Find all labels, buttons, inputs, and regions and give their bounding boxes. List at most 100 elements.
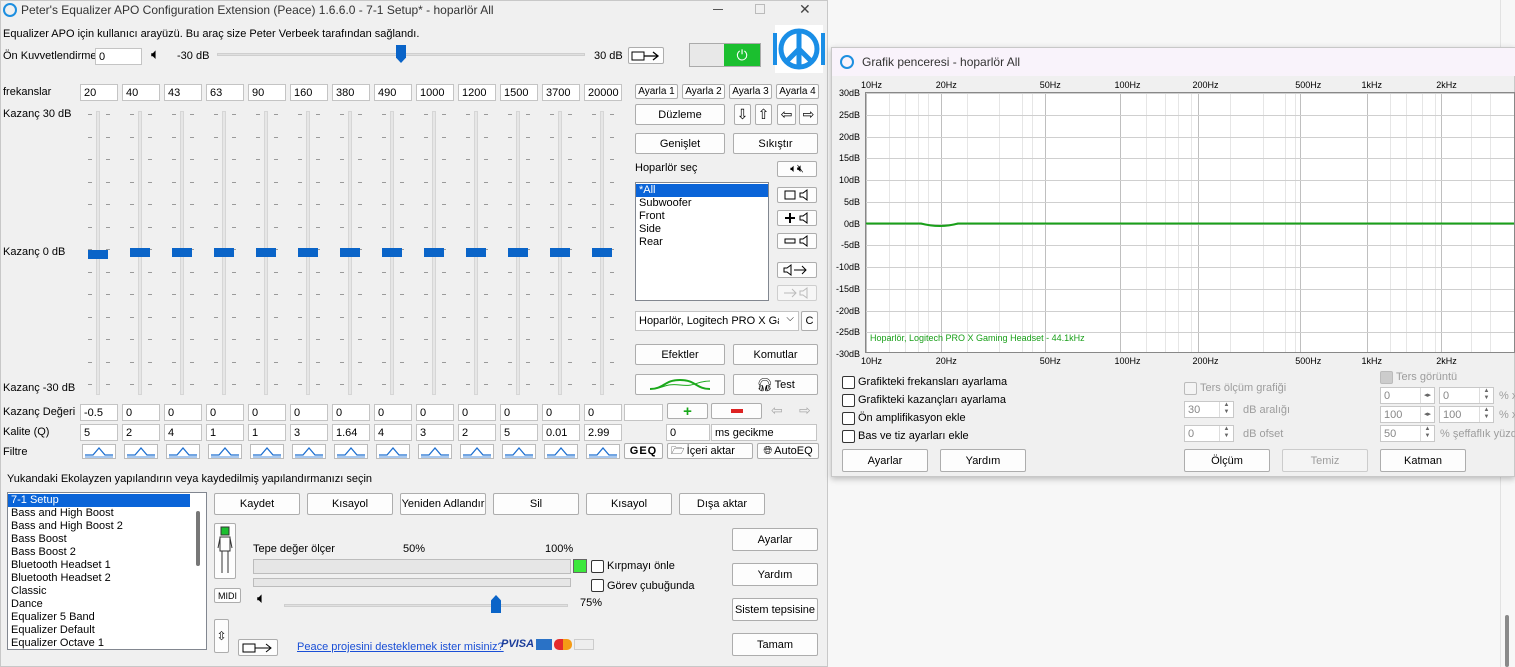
quality-input[interactable]: 1.64 — [332, 424, 370, 441]
config-list[interactable]: 7-1 Setup Bass and High Boost Bass and Hig… — [7, 492, 207, 650]
preset-2-button[interactable]: Ayarla 2 — [682, 84, 725, 99]
close-icon[interactable]: ✕ — [799, 1, 811, 18]
resize-vertical-button[interactable]: ⇳ — [214, 619, 229, 653]
preset-3-button[interactable]: Ayarla 3 — [729, 84, 772, 99]
graph-help-button[interactable]: Yardım — [940, 449, 1026, 472]
config-list-scrollbar[interactable] — [196, 511, 200, 566]
quality-input[interactable]: 3 — [416, 424, 454, 441]
compress-button[interactable]: Sıkıştır — [733, 133, 818, 154]
config-list-item[interactable]: Dance — [8, 598, 190, 611]
gain-input[interactable]: 0 — [500, 404, 538, 421]
speaker-minus-button[interactable] — [777, 233, 817, 249]
filter-button[interactable] — [334, 444, 368, 459]
config-list-item[interactable]: Bluetooth Headset 2 — [8, 572, 190, 585]
frequency-input[interactable]: 20000 — [584, 84, 622, 101]
add-band-button[interactable]: + — [667, 403, 708, 419]
help-button[interactable]: Yardım — [732, 563, 818, 586]
output-arrow-button[interactable] — [628, 47, 664, 64]
preset-4-button[interactable]: Ayarla 4 — [776, 84, 819, 99]
remove-band-button[interactable] — [711, 403, 762, 419]
frequency-input[interactable]: 63 — [206, 84, 244, 101]
spinner-2[interactable]: 0 ▲ ▼ — [1439, 387, 1494, 404]
geq-button[interactable]: GEQ — [624, 443, 663, 459]
preset-1-button[interactable]: Ayarla 1 — [635, 84, 678, 99]
frequency-input[interactable]: 43 — [164, 84, 202, 101]
eq-slider-thumb[interactable] — [424, 248, 444, 257]
gain-input[interactable]: 0 — [458, 404, 496, 421]
preamp-checkbox[interactable] — [842, 412, 855, 425]
gain-input[interactable]: 0 — [122, 404, 160, 421]
test-button[interactable]: 🎧︎ Test — [733, 374, 818, 395]
config-list-item[interactable]: Bass and High Boost 2 — [8, 520, 190, 533]
frequency-input[interactable]: 20 — [80, 84, 118, 101]
maximize-icon[interactable] — [755, 4, 765, 14]
gain-input[interactable]: 0 — [248, 404, 286, 421]
gain-input[interactable]: 0 — [206, 404, 244, 421]
frequency-input[interactable]: 40 — [122, 84, 160, 101]
system-tray-button[interactable]: Sistem tepsisine — [732, 598, 818, 621]
config-list-item[interactable]: Bluetooth Headset 1 — [8, 559, 190, 572]
arrow-left-disabled-icon[interactable]: ⇦ — [771, 402, 783, 419]
filter-button[interactable] — [586, 444, 620, 459]
filter-button[interactable] — [418, 444, 452, 459]
spinner-1[interactable]: 0 ◂▸ — [1380, 387, 1435, 404]
filter-button[interactable] — [502, 444, 536, 459]
filter-button[interactable] — [166, 444, 200, 459]
quality-input[interactable]: 2 — [122, 424, 160, 441]
config-list-item[interactable]: Bass Boost 2 — [8, 546, 190, 559]
volume-slider-track[interactable] — [284, 604, 568, 607]
quality-input[interactable]: 1 — [206, 424, 244, 441]
device-c-button[interactable]: C — [801, 311, 818, 331]
ok-button[interactable]: Tamam — [732, 633, 818, 656]
filter-button[interactable] — [292, 444, 326, 459]
eq-slider-thumb[interactable] — [466, 248, 486, 257]
config-list-item[interactable]: Equalizer Octave 1 — [8, 637, 190, 649]
frequency-input[interactable]: 380 — [332, 84, 370, 101]
quality-input[interactable]: 2.99 — [584, 424, 622, 441]
prevent-clipping-checkbox[interactable] — [591, 560, 604, 573]
person-button[interactable] — [214, 523, 236, 579]
spinner-4[interactable]: 100 ▲ ▼ — [1439, 406, 1494, 423]
commands-button[interactable]: Komutlar — [733, 344, 818, 365]
filter-button[interactable] — [544, 444, 578, 459]
speaker-list-item[interactable]: *All — [636, 184, 768, 197]
taskbar-checkbox[interactable] — [591, 579, 604, 592]
right-arrow-button[interactable]: ⇨ — [799, 104, 818, 125]
power-button[interactable]: ⏻ — [724, 44, 760, 66]
filter-button[interactable] — [124, 444, 158, 459]
gain-input[interactable]: 0 — [416, 404, 454, 421]
eq-slider-thumb[interactable] — [256, 248, 276, 257]
eq-slider-thumb[interactable] — [130, 248, 150, 257]
config-list-item[interactable]: Bass and High Boost — [8, 507, 190, 520]
quality-input[interactable]: 4 — [164, 424, 202, 441]
speaker-list-item[interactable]: Front — [636, 210, 768, 223]
filter-button[interactable] — [208, 444, 242, 459]
shortcut-2-button[interactable]: Kısayol — [586, 493, 672, 515]
quality-input[interactable]: 5 — [500, 424, 538, 441]
power-toggle[interactable]: ⏻ — [689, 43, 761, 67]
speaker-mute-button[interactable]: 🔈︎🔇︎ — [777, 161, 817, 177]
speaker-list[interactable]: *All Subwoofer Front Side Rear — [635, 182, 769, 301]
frequency-input[interactable]: 490 — [374, 84, 412, 101]
range-spinner[interactable]: 30 ▲ ▼ — [1184, 401, 1234, 418]
eq-slider-thumb[interactable] — [172, 248, 192, 257]
quality-input[interactable]: 1 — [248, 424, 286, 441]
quality-input[interactable]: 3 — [290, 424, 328, 441]
graph-settings-button[interactable]: Ayarlar — [842, 449, 928, 472]
payment-logos[interactable]: PVISA — [501, 638, 595, 650]
effects-button[interactable]: Efektler — [635, 344, 725, 365]
config-list-item[interactable]: Equalizer 5 Band — [8, 611, 190, 624]
frequency-input[interactable]: 3700 — [542, 84, 580, 101]
export-button[interactable]: Dışa aktar — [679, 493, 765, 515]
gain-input[interactable]: 0 — [290, 404, 328, 421]
extra-gain-input[interactable] — [624, 404, 663, 421]
adjust-frequencies-checkbox[interactable] — [842, 376, 855, 389]
layer-button[interactable]: Katman — [1380, 449, 1466, 472]
shortcut-button[interactable]: Kısayol — [307, 493, 393, 515]
filter-button[interactable] — [250, 444, 284, 459]
quality-input[interactable]: 2 — [458, 424, 496, 441]
frequency-input[interactable]: 1000 — [416, 84, 454, 101]
quality-input[interactable]: 5 — [80, 424, 118, 441]
gain-input[interactable]: 0 — [164, 404, 202, 421]
arrow-right-disabled-icon[interactable]: ⇨ — [799, 402, 811, 419]
